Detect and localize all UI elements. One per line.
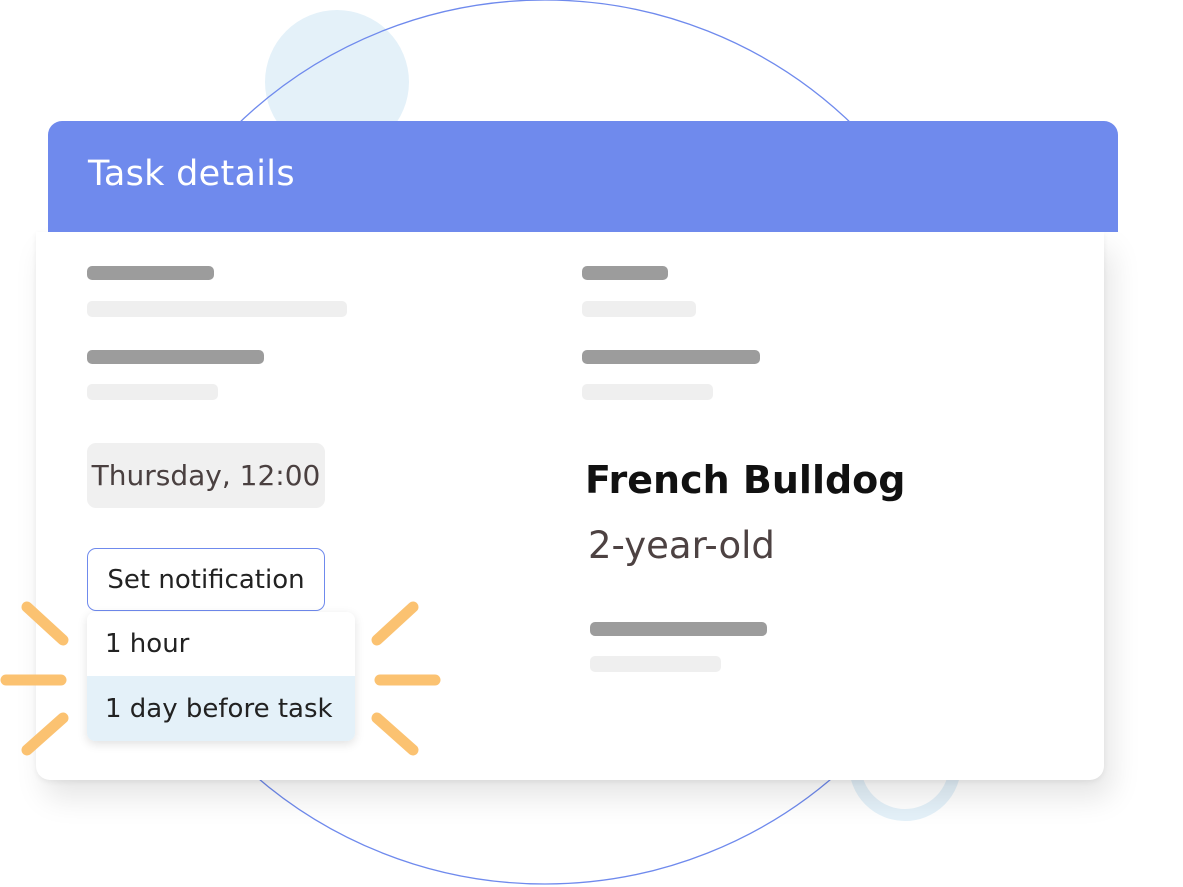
placeholder-line [582,350,760,364]
placeholder-line [582,266,668,280]
placeholder-line [87,301,347,317]
placeholder-line [582,301,696,317]
pet-name: French Bulldog [585,458,906,502]
notification-option-1-day-before[interactable]: 1 day before task [87,676,355,741]
pet-age: 2-year-old [588,524,775,567]
placeholder-line [582,384,713,400]
task-date-time: Thursday, 12:00 [87,443,325,508]
notification-option-1-hour[interactable]: 1 hour [87,612,355,676]
page-title: Task details [88,154,295,194]
placeholder-line [590,656,721,672]
card-header: Task details [48,121,1118,232]
placeholder-line [87,350,264,364]
set-notification-button[interactable]: Set notification [87,548,325,611]
placeholder-line [590,622,767,636]
notification-dropdown: 1 hour 1 day before task [87,612,355,741]
placeholder-line [87,384,218,400]
placeholder-line [87,266,214,280]
